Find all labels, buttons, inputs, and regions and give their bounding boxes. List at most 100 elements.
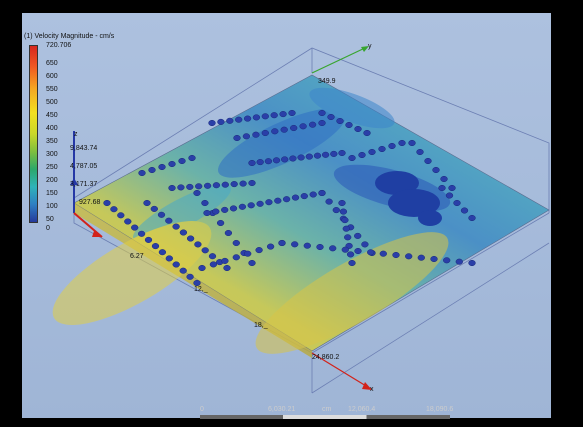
obstacle-marker [346, 251, 355, 258]
obstacle-marker [179, 267, 187, 274]
obstacle-marker [256, 159, 264, 166]
obstacle-marker [378, 145, 386, 153]
obstacle-marker [212, 208, 220, 215]
obstacle-marker [282, 196, 291, 203]
obstacle-marker [416, 148, 424, 156]
obstacle-marker [232, 239, 240, 247]
obstacle-marker [270, 112, 278, 119]
obstacle-marker [348, 154, 356, 162]
3d-viewport[interactable]: (1) Velocity Magnitude - cm/s 720.706 65… [22, 13, 551, 418]
scale-track [200, 415, 450, 419]
obstacle-marker [336, 117, 344, 125]
obstacle-marker [232, 254, 240, 261]
obstacle-marker [468, 259, 476, 267]
obstacle-marker [235, 116, 243, 123]
scale-unit: cm [322, 406, 332, 413]
axis-label-left-low: 3,171.37 [70, 181, 98, 188]
obstacle-marker [233, 134, 241, 142]
obstacle-marker [203, 209, 211, 217]
obstacle-marker [438, 184, 446, 192]
obstacle-marker [124, 218, 132, 225]
legend-title: (1) Velocity Magnitude - cm/s [24, 33, 115, 40]
obstacle-marker [325, 198, 333, 205]
axis-label-front-b: 18,_ [254, 322, 268, 329]
legend-tick: 350 [46, 138, 58, 145]
obstacle-marker [417, 254, 425, 261]
obstacle-marker [226, 117, 234, 124]
obstacle-marker [201, 247, 209, 254]
scale-label: 6,030.21 [268, 406, 296, 413]
obstacle-marker [339, 208, 348, 215]
obstacle-marker [217, 118, 225, 125]
legend-tick: 200 [46, 177, 58, 184]
obstacle-marker [368, 148, 376, 156]
obstacle-marker [300, 193, 308, 200]
obstacle-marker [424, 157, 432, 165]
obstacle-marker [244, 250, 252, 257]
obstacle-marker [348, 259, 356, 267]
obstacle-marker [443, 257, 451, 264]
obstacle-marker [303, 242, 311, 249]
obstacle-marker [131, 224, 139, 231]
obstacle-marker [193, 189, 201, 197]
obstacle-marker [398, 139, 406, 147]
obstacle-marker [151, 243, 160, 250]
obstacle-marker [342, 225, 350, 232]
obstacle-marker [430, 255, 438, 263]
axis-label-z: z [74, 131, 78, 138]
obstacle-marker [313, 152, 322, 159]
obstacle-marker [309, 191, 317, 198]
obstacle-marker [223, 264, 231, 272]
obstacle-marker [354, 232, 362, 239]
legend-tick: 400 [46, 125, 58, 132]
axis-label-front-end: 24,860.2 [312, 354, 340, 361]
obstacle-marker [288, 109, 296, 117]
obstacle-marker [297, 154, 305, 161]
obstacle-marker [243, 115, 252, 122]
obstacle-marker [261, 129, 269, 137]
axis-label-corner: 349.9 [318, 78, 336, 85]
scale-label: 18,090.6 [426, 406, 454, 413]
obstacle-marker [201, 199, 209, 207]
obstacle-marker [460, 207, 469, 214]
obstacle-marker [367, 249, 375, 256]
axis-label-front-start: 6.27 [130, 253, 144, 260]
obstacle-marker [239, 180, 247, 187]
obstacle-marker [274, 197, 282, 204]
obstacle-marker [341, 246, 349, 253]
obstacle-marker [242, 133, 251, 140]
obstacle-marker [216, 219, 225, 227]
scale-label: 12,060.4 [348, 406, 376, 413]
obstacle-marker [354, 247, 362, 255]
obstacle-marker [379, 250, 387, 257]
obstacle-marker [172, 223, 180, 230]
obstacle-marker [405, 253, 413, 260]
legend: (1) Velocity Magnitude - cm/s 720.706 65… [22, 13, 122, 232]
obstacle-marker [177, 184, 185, 191]
obstacle-marker [338, 149, 346, 157]
obstacle-marker [281, 156, 289, 163]
obstacle-marker [363, 129, 371, 137]
obstacle-marker [318, 189, 326, 197]
obstacle-marker [453, 199, 461, 207]
obstacle-marker [468, 214, 476, 222]
legend-tick: 0 [46, 225, 50, 232]
obstacle-marker [321, 151, 330, 158]
obstacle-marker [238, 203, 247, 210]
legend-tick: 450 [46, 112, 58, 119]
obstacle-marker [280, 126, 288, 133]
obstacle-marker [432, 166, 440, 174]
scale-label: 0 [200, 406, 204, 413]
obstacle-marker [137, 230, 146, 237]
obstacle-marker [308, 121, 317, 128]
legend-tick: 650 [46, 60, 58, 67]
obstacle-marker [198, 264, 206, 272]
obstacle-marker [158, 163, 166, 171]
obstacle-marker [172, 261, 180, 268]
obstacle-marker [358, 151, 366, 159]
obstacle-marker [212, 182, 221, 189]
axis-label-left-mid: 4,787.05 [70, 163, 98, 170]
legend-tick: 100 [46, 203, 58, 210]
obstacle-marker [408, 139, 416, 147]
obstacle-marker [255, 247, 263, 254]
